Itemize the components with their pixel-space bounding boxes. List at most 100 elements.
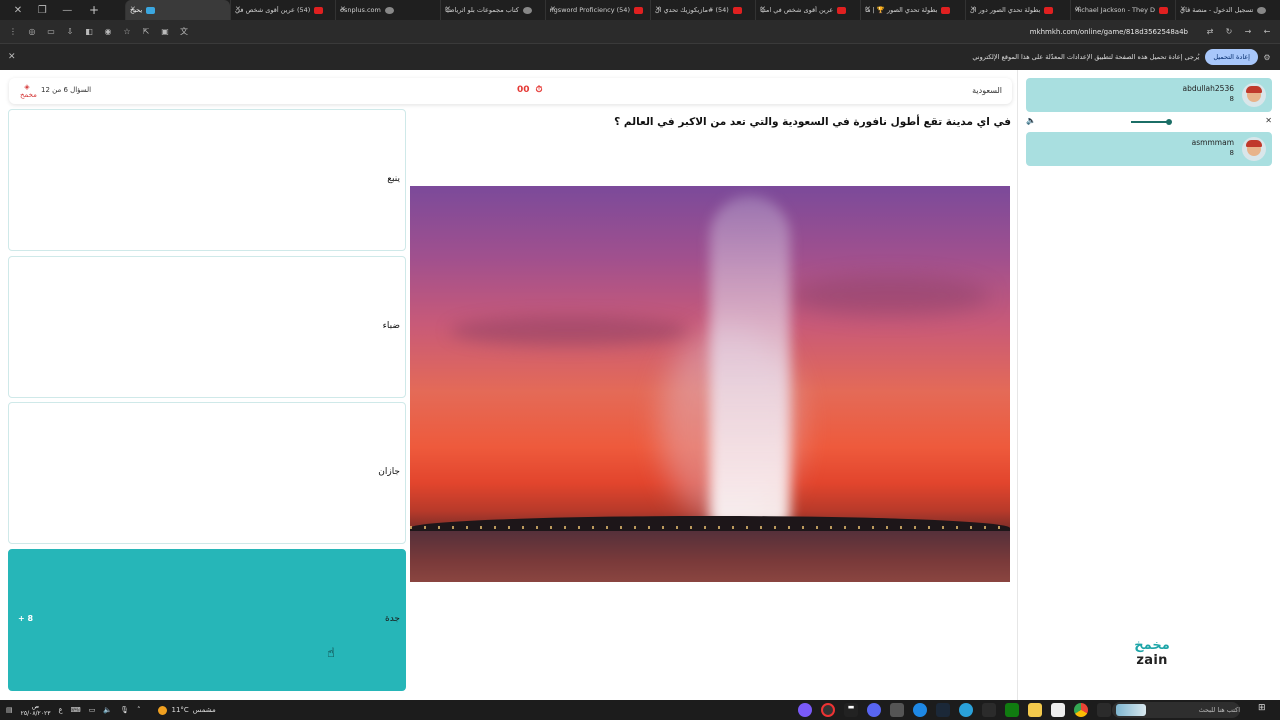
mic-icon[interactable]: 🎙 xyxy=(120,706,129,714)
browser-tab[interactable]: (54) Longsword Proficiency✕ xyxy=(545,0,650,20)
browser-tab[interactable]: يحيخ ✕ xyxy=(125,0,230,20)
tab-title: عرين أقوى شخص في امنيا xyxy=(760,6,834,14)
task-view-icon[interactable] xyxy=(1097,703,1111,717)
browser-tab[interactable]: (54) #مازيكوزيك تحدي ال ✕ xyxy=(650,0,755,20)
answer-label: جدة xyxy=(384,614,400,624)
downloads-icon[interactable]: ⇩ xyxy=(65,27,75,37)
speaker-icon[interactable]: 🔈 xyxy=(1026,116,1036,125)
forward-icon[interactable]: → xyxy=(1243,27,1253,37)
discord-icon[interactable] xyxy=(867,703,881,717)
taskbar-search[interactable]: اكتب هنا للبحث xyxy=(1112,702,1240,718)
app-icon[interactable] xyxy=(913,703,927,717)
tab-favicon-icon xyxy=(522,6,532,14)
answer-option-2[interactable]: ضباء xyxy=(8,256,406,398)
app-icon[interactable] xyxy=(821,703,835,717)
mic-muted-icon[interactable]: ✕ xyxy=(1265,116,1272,125)
close-tab-icon[interactable]: ✕ xyxy=(235,5,241,13)
chrome-icon[interactable] xyxy=(1074,703,1088,717)
tab-favicon-icon xyxy=(1159,6,1168,14)
answer-option-4-correct[interactable]: + 8 جدة ☝ xyxy=(8,549,406,691)
answer-label: ينبع xyxy=(387,174,400,184)
answer-option-1[interactable]: ينبع xyxy=(8,109,406,251)
url-field[interactable]: mkhmkh.com/online/game/818d3562548a4b xyxy=(1030,28,1188,36)
app-icon[interactable]: ▬ xyxy=(844,703,858,717)
profile-icon[interactable]: ◎ xyxy=(27,27,37,37)
tab-title: (54) #مازيكوزيك تحدي ال xyxy=(655,6,729,14)
minimize-window-icon[interactable]: — xyxy=(62,5,72,16)
file-explorer-icon[interactable] xyxy=(1028,703,1042,717)
player-card: abdullah2536 8 xyxy=(1026,78,1272,112)
app-icon[interactable] xyxy=(798,703,812,717)
close-tab-icon[interactable]: ✕ xyxy=(970,5,976,13)
cast-icon[interactable]: ▣ xyxy=(160,27,170,37)
logo-text: مخمخ xyxy=(20,91,37,99)
bookmark-star-icon[interactable]: ☆ xyxy=(122,27,132,37)
sidebar-icon[interactable]: ▭ xyxy=(46,27,56,37)
app-icon[interactable] xyxy=(890,703,904,717)
close-tab-icon[interactable]: ✕ xyxy=(445,5,451,13)
tab-title: تسجيل الدخول - منصة ڤاي xyxy=(1180,6,1254,14)
answer-option-3[interactable]: جازان xyxy=(8,402,406,544)
close-tab-icon[interactable]: ✕ xyxy=(1180,5,1186,13)
telegram-icon[interactable] xyxy=(959,703,973,717)
tab-favicon-icon xyxy=(314,6,324,14)
volume-icon[interactable]: 🔈 xyxy=(103,706,112,714)
app-icon[interactable] xyxy=(982,703,996,717)
clock[interactable]: ص ٢٥/٠٨/٢٠٢٣ xyxy=(21,703,51,717)
close-tab-icon[interactable]: ✕ xyxy=(340,5,346,13)
volume-slider[interactable] xyxy=(1131,119,1172,125)
notifications-icon[interactable]: ▤ xyxy=(6,706,13,714)
search-highlight-image xyxy=(1116,704,1146,716)
steam-icon[interactable] xyxy=(936,703,950,717)
tab-favicon-icon xyxy=(1044,6,1054,14)
browser-tab[interactable]: بطولة تحدي الصور 🏆 | ما ✕ xyxy=(860,0,965,20)
close-tab-icon[interactable]: ✕ xyxy=(655,5,661,13)
taskbar-apps: ▬ xyxy=(798,703,1111,717)
store-icon[interactable] xyxy=(1051,703,1065,717)
browser-tab[interactable]: Michael Jackson - They D ✕ xyxy=(1070,0,1175,20)
extension-icon[interactable]: ◧ xyxy=(84,27,94,37)
site-settings-icon[interactable]: ⇄ xyxy=(1205,27,1215,37)
browser-tab[interactable]: كتاب مجموعات بلو اثرياضيا ✕ xyxy=(440,0,545,20)
start-windows-icon[interactable]: ⊞ xyxy=(1258,703,1272,717)
category-label: السعودية xyxy=(972,86,1002,95)
xbox-icon[interactable] xyxy=(1005,703,1019,717)
back-icon[interactable]: ← xyxy=(1262,27,1272,37)
translate-icon[interactable]: 文 xyxy=(179,27,189,37)
close-tab-icon[interactable]: ✕ xyxy=(760,5,766,13)
browser-tab[interactable]: osnplus.com ✕ xyxy=(335,0,440,20)
tray-chevron-icon[interactable]: ˄ xyxy=(137,706,141,714)
game-logo-icon: ◈ مخمخ xyxy=(20,83,37,99)
close-tab-icon[interactable]: ✕ xyxy=(130,5,136,13)
close-tab-icon[interactable]: ✕ xyxy=(1075,5,1081,13)
reload-infobar: ✕ يُرجى إعادة تحميل هذه الصفحة لتطبيق ال… xyxy=(0,43,1280,70)
new-tab-button[interactable]: + xyxy=(86,3,102,17)
network-icon[interactable]: ▭ xyxy=(89,706,96,714)
tab-strip: تسجيل الدخول - منصة ڤاي ✕ Michael Jackson … xyxy=(102,0,1280,20)
browser-tab[interactable]: بطولة تحدي الصور دور ال ✕ xyxy=(965,0,1070,20)
stopwatch-icon: ⏱ xyxy=(535,85,543,95)
close-window-icon[interactable]: ✕ xyxy=(14,5,22,16)
keyboard-icon[interactable]: ⌨ xyxy=(71,706,81,714)
close-infobar-icon[interactable]: ✕ xyxy=(8,52,16,62)
close-tab-icon[interactable]: ✕ xyxy=(865,5,871,13)
maximize-window-icon[interactable]: ❐ xyxy=(38,5,47,16)
brand-sponsor: zain xyxy=(1136,653,1168,668)
avatar xyxy=(1242,83,1266,107)
menu-icon[interactable]: ⋮ xyxy=(8,27,18,37)
language-icon[interactable]: ع xyxy=(58,706,62,714)
weather-label: مشمس xyxy=(192,706,216,714)
browser-tab[interactable]: تسجيل الدخول - منصة ڤاي ✕ xyxy=(1175,0,1280,20)
sponsor-logo: مخمخ zain xyxy=(1122,638,1182,668)
extension2-icon[interactable]: ◉ xyxy=(103,27,113,37)
tab-title: بطولة تحدي الصور دور ال xyxy=(970,6,1041,14)
tab-title: كتاب مجموعات بلو اثرياضيا xyxy=(445,6,519,14)
volume-control: 🔈 ✕ xyxy=(1026,116,1272,128)
weather-widget[interactable]: 11°C مشمس xyxy=(158,705,216,715)
reload-button[interactable]: إعادة التحميل xyxy=(1205,49,1258,65)
close-tab-icon[interactable]: ✕ xyxy=(550,5,556,13)
reload-icon[interactable]: ↻ xyxy=(1224,27,1234,37)
share-icon[interactable]: ⇱ xyxy=(141,27,151,37)
browser-tab[interactable]: عرين أقوى شخص في امنيا ✕ xyxy=(755,0,860,20)
browser-tab[interactable]: (54) عرين أقوى شخص في ✕ xyxy=(230,0,335,20)
